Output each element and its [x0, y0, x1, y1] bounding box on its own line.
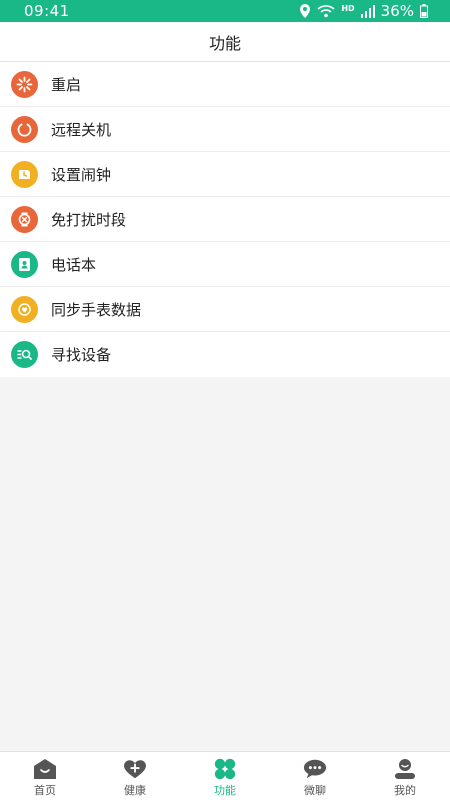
phonebook-icon	[11, 250, 38, 278]
status-bar: 09:41 HD 36%	[0, 0, 450, 22]
tab-label: 我的	[394, 784, 416, 797]
menu-item-label: 电话本	[51, 255, 97, 274]
menu-item-label: 寻找设备	[51, 346, 112, 364]
tab-label: 首页	[34, 784, 56, 797]
functions-icon	[213, 758, 237, 780]
menu-item-phonebook[interactable]: 电话本	[0, 242, 450, 287]
alarm-icon	[11, 160, 38, 188]
menu-item-label: 远程关机	[51, 120, 112, 139]
health-icon	[123, 758, 147, 780]
menu-item-label: 免打扰时段	[51, 210, 127, 229]
menu-item-label: 同步手表数据	[51, 300, 142, 319]
power-icon	[11, 115, 38, 143]
page-title: 功能	[208, 33, 241, 53]
signal-icon	[360, 4, 375, 18]
status-time: 09:41	[24, 2, 70, 20]
restart-icon	[11, 70, 38, 98]
tab-chat[interactable]: 微聊	[270, 752, 360, 800]
header: 功能	[0, 22, 450, 62]
tab-label: 功能	[214, 784, 236, 797]
status-icons: HD 36%	[299, 2, 428, 20]
battery-level: 36%	[380, 2, 414, 20]
menu-item-set-alarm[interactable]: 设置闹钟	[0, 152, 450, 197]
find-device-icon	[11, 341, 38, 368]
profile-icon	[393, 758, 417, 780]
menu-item-restart[interactable]: 重启	[0, 62, 450, 107]
menu-item-remote-shutdown[interactable]: 远程关机	[0, 107, 450, 152]
battery-icon	[420, 4, 428, 18]
tab-home[interactable]: 首页	[0, 752, 90, 800]
tab-functions[interactable]: 功能	[180, 752, 270, 800]
menu-item-label: 设置闹钟	[51, 165, 112, 184]
chat-icon	[303, 758, 327, 780]
home-icon	[33, 758, 57, 780]
tab-health[interactable]: 健康	[90, 752, 180, 800]
tab-label: 健康	[124, 784, 146, 797]
do-not-disturb-icon	[11, 205, 38, 233]
tab-label: 微聊	[304, 784, 326, 797]
menu-item-sync-watch-data[interactable]: 同步手表数据	[0, 287, 450, 332]
location-icon	[300, 4, 311, 18]
tab-profile[interactable]: 我的	[360, 752, 450, 800]
sync-icon	[11, 295, 38, 323]
menu-item-do-not-disturb[interactable]: 免打扰时段	[0, 197, 450, 242]
function-menu: 重启 远程关机 设置闹钟 免打扰时段 电话本 同步手表数据 寻找设备	[0, 62, 450, 377]
menu-item-find-device[interactable]: 寻找设备	[0, 332, 450, 377]
bottom-tab-bar: 首页 健康 功能 微聊 我的	[0, 751, 450, 800]
wifi-icon	[317, 5, 335, 18]
menu-item-label: 重启	[51, 75, 82, 94]
network-type: HD	[341, 3, 355, 13]
